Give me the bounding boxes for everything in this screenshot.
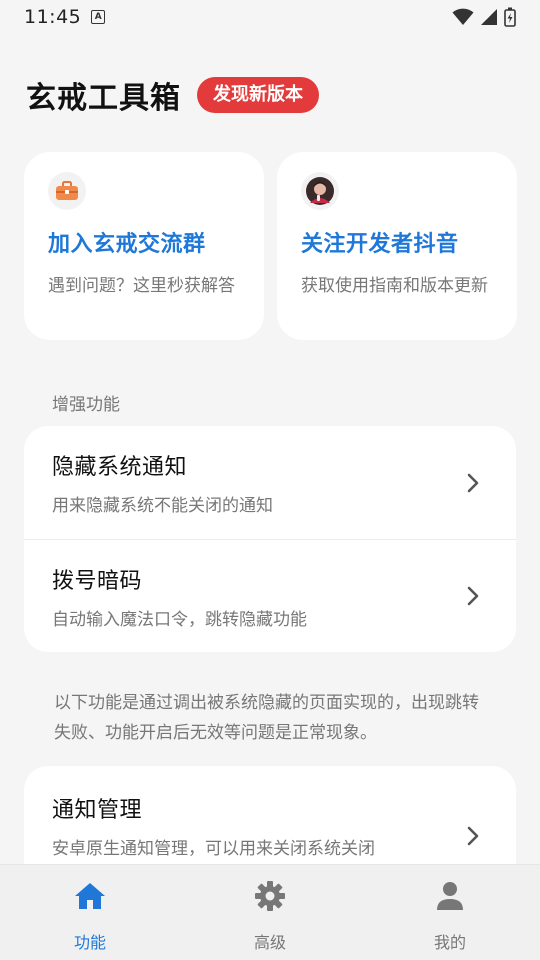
- list-item-hide-system-notification[interactable]: 隐藏系统通知 用来隐藏系统不能关闭的通知: [24, 426, 516, 539]
- gear-icon: [253, 879, 287, 913]
- promo-desc: 获取使用指南和版本更新: [301, 276, 488, 296]
- home-icon: [73, 879, 107, 913]
- update-badge[interactable]: 发现新版本: [197, 77, 319, 113]
- nav-item-advanced[interactable]: 高级: [180, 865, 360, 960]
- item-title: 拨号暗码: [52, 568, 143, 594]
- nav-label: 我的: [433, 933, 466, 952]
- item-subtitle: 安卓原生通知管理，可以用来关闭系统关闭: [52, 839, 375, 859]
- header: 玄戒工具箱 发现新版本: [26, 74, 319, 116]
- join-group-card[interactable]: 加入玄戒交流群 遇到问题？这里秒获解答: [24, 152, 264, 340]
- item-title: 通知管理: [52, 798, 143, 823]
- notice-text: 以下功能是通过调出被系统隐藏的页面实现的，出现跳转失败、功能开启后无效等问题是正…: [54, 693, 479, 743]
- battery-charging-icon: [504, 7, 516, 27]
- status-time: 11:45: [24, 6, 82, 28]
- bottom-nav: 功能 高级 我的: [0, 864, 540, 960]
- signal-icon: [481, 9, 497, 25]
- status-left: 11:45 A: [24, 6, 106, 28]
- chevron-right-icon: [467, 586, 479, 606]
- nav-label: 功能: [73, 933, 106, 952]
- a-box-icon: A: [91, 10, 106, 24]
- app-title: 玄戒工具箱: [26, 81, 181, 116]
- status-bar: 11:45 A: [0, 0, 540, 34]
- person-icon: [433, 879, 467, 913]
- promo-title: 加入玄戒交流群: [48, 232, 206, 257]
- item-subtitle: 自动输入魔法口令，跳转隐藏功能: [52, 609, 307, 630]
- list-item-dial-code[interactable]: 拨号暗码 自动输入魔法口令，跳转隐藏功能: [24, 539, 516, 652]
- item-title: 隐藏系统通知: [52, 455, 188, 480]
- avatar-icon: [301, 172, 339, 210]
- briefcase-icon: [48, 172, 86, 210]
- nav-item-features[interactable]: 功能: [0, 865, 180, 960]
- follow-developer-card[interactable]: 关注开发者抖音 获取使用指南和版本更新: [277, 152, 517, 340]
- wifi-icon: [452, 8, 474, 25]
- section-label-enhanced: 增强功能: [52, 395, 120, 415]
- promo-desc: 遇到问题？这里秒获解答: [48, 276, 235, 296]
- item-subtitle: 用来隐藏系统不能关闭的通知: [52, 496, 273, 516]
- chevron-right-icon: [467, 473, 479, 492]
- nav-item-mine[interactable]: 我的: [360, 865, 540, 960]
- nav-label: 高级: [253, 933, 286, 952]
- status-right: [452, 7, 516, 27]
- chevron-right-icon: [467, 826, 479, 846]
- enhanced-features-card: 隐藏系统通知 用来隐藏系统不能关闭的通知 拨号暗码 自动输入魔法口令，跳转隐藏功…: [24, 426, 516, 652]
- promo-title: 关注开发者抖音: [301, 232, 459, 257]
